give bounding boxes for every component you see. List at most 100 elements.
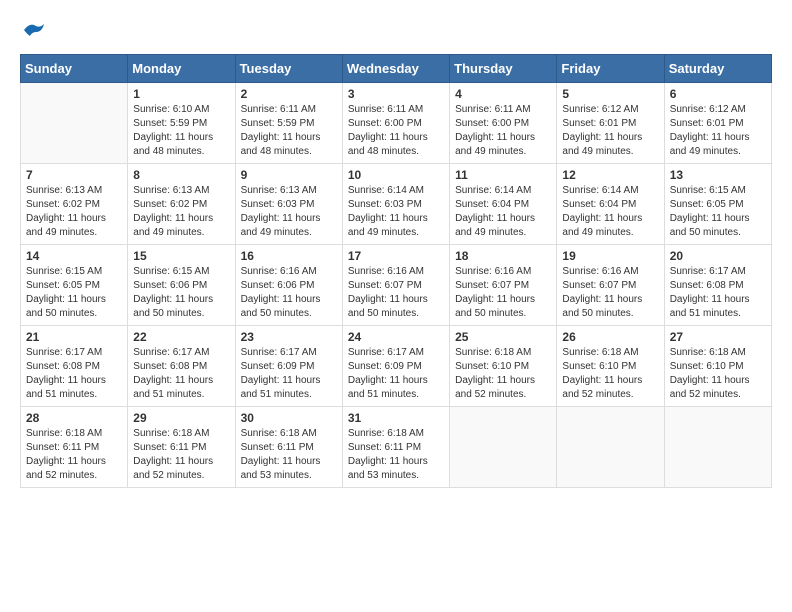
day-number: 19 xyxy=(562,249,658,263)
calendar-cell: 13 Sunrise: 6:15 AM Sunset: 6:05 PM Dayl… xyxy=(664,164,771,245)
calendar-cell: 19 Sunrise: 6:16 AM Sunset: 6:07 PM Dayl… xyxy=(557,245,664,326)
day-number: 31 xyxy=(348,411,444,425)
sunset-label: Sunset: 6:11 PM xyxy=(133,442,206,453)
calendar-cell: 9 Sunrise: 6:13 AM Sunset: 6:03 PM Dayli… xyxy=(235,164,342,245)
sunrise-label: Sunrise: 6:15 AM xyxy=(133,266,209,277)
calendar-cell: 26 Sunrise: 6:18 AM Sunset: 6:10 PM Dayl… xyxy=(557,326,664,407)
day-info: Sunrise: 6:16 AM Sunset: 6:07 PM Dayligh… xyxy=(348,265,444,321)
sunset-label: Sunset: 6:02 PM xyxy=(133,199,207,210)
day-info: Sunrise: 6:15 AM Sunset: 6:05 PM Dayligh… xyxy=(26,265,122,321)
sunset-label: Sunset: 5:59 PM xyxy=(241,118,315,129)
sunset-label: Sunset: 6:07 PM xyxy=(455,280,529,291)
sunrise-label: Sunrise: 6:13 AM xyxy=(26,185,102,196)
daylight-label: Daylight: 11 hours and 49 minutes. xyxy=(455,132,535,157)
page-header xyxy=(20,20,772,44)
sunset-label: Sunset: 6:11 PM xyxy=(241,442,314,453)
sunset-label: Sunset: 6:01 PM xyxy=(562,118,636,129)
daylight-label: Daylight: 11 hours and 52 minutes. xyxy=(133,456,213,481)
day-number: 1 xyxy=(133,87,229,101)
sunset-label: Sunset: 6:10 PM xyxy=(670,361,744,372)
weekday-thursday: Thursday xyxy=(450,55,557,83)
sunrise-label: Sunrise: 6:14 AM xyxy=(562,185,638,196)
sunset-label: Sunset: 6:06 PM xyxy=(133,280,207,291)
day-info: Sunrise: 6:17 AM Sunset: 6:08 PM Dayligh… xyxy=(670,265,766,321)
sunrise-label: Sunrise: 6:14 AM xyxy=(455,185,531,196)
daylight-label: Daylight: 11 hours and 51 minutes. xyxy=(348,375,428,400)
daylight-label: Daylight: 11 hours and 49 minutes. xyxy=(133,213,213,238)
calendar-week-5: 28 Sunrise: 6:18 AM Sunset: 6:11 PM Dayl… xyxy=(21,407,772,488)
sunset-label: Sunset: 6:03 PM xyxy=(348,199,422,210)
daylight-label: Daylight: 11 hours and 51 minutes. xyxy=(670,294,750,319)
day-number: 13 xyxy=(670,168,766,182)
sunrise-label: Sunrise: 6:18 AM xyxy=(26,428,102,439)
day-info: Sunrise: 6:16 AM Sunset: 6:07 PM Dayligh… xyxy=(455,265,551,321)
sunset-label: Sunset: 6:08 PM xyxy=(26,361,100,372)
daylight-label: Daylight: 11 hours and 53 minutes. xyxy=(241,456,321,481)
calendar-cell: 22 Sunrise: 6:17 AM Sunset: 6:08 PM Dayl… xyxy=(128,326,235,407)
day-number: 15 xyxy=(133,249,229,263)
calendar-cell: 7 Sunrise: 6:13 AM Sunset: 6:02 PM Dayli… xyxy=(21,164,128,245)
daylight-label: Daylight: 11 hours and 52 minutes. xyxy=(562,375,642,400)
weekday-header-row: SundayMondayTuesdayWednesdayThursdayFrid… xyxy=(21,55,772,83)
calendar-cell xyxy=(450,407,557,488)
daylight-label: Daylight: 11 hours and 51 minutes. xyxy=(26,375,106,400)
calendar-week-1: 1 Sunrise: 6:10 AM Sunset: 5:59 PM Dayli… xyxy=(21,83,772,164)
sunrise-label: Sunrise: 6:15 AM xyxy=(670,185,746,196)
sunrise-label: Sunrise: 6:11 AM xyxy=(348,104,423,115)
sunrise-label: Sunrise: 6:16 AM xyxy=(562,266,638,277)
sunrise-label: Sunrise: 6:18 AM xyxy=(455,347,531,358)
day-number: 18 xyxy=(455,249,551,263)
sunset-label: Sunset: 6:09 PM xyxy=(348,361,422,372)
sunrise-label: Sunrise: 6:11 AM xyxy=(455,104,530,115)
weekday-monday: Monday xyxy=(128,55,235,83)
sunset-label: Sunset: 6:05 PM xyxy=(26,280,100,291)
day-number: 28 xyxy=(26,411,122,425)
day-number: 17 xyxy=(348,249,444,263)
day-number: 3 xyxy=(348,87,444,101)
sunrise-label: Sunrise: 6:10 AM xyxy=(133,104,209,115)
day-info: Sunrise: 6:14 AM Sunset: 6:04 PM Dayligh… xyxy=(455,184,551,240)
sunrise-label: Sunrise: 6:18 AM xyxy=(133,428,209,439)
daylight-label: Daylight: 11 hours and 50 minutes. xyxy=(455,294,535,319)
sunset-label: Sunset: 6:10 PM xyxy=(455,361,529,372)
sunset-label: Sunset: 6:11 PM xyxy=(26,442,99,453)
day-info: Sunrise: 6:10 AM Sunset: 5:59 PM Dayligh… xyxy=(133,103,229,159)
day-info: Sunrise: 6:18 AM Sunset: 6:10 PM Dayligh… xyxy=(670,346,766,402)
day-number: 9 xyxy=(241,168,337,182)
sunset-label: Sunset: 6:01 PM xyxy=(670,118,744,129)
day-info: Sunrise: 6:13 AM Sunset: 6:02 PM Dayligh… xyxy=(26,184,122,240)
calendar-cell: 30 Sunrise: 6:18 AM Sunset: 6:11 PM Dayl… xyxy=(235,407,342,488)
day-number: 20 xyxy=(670,249,766,263)
sunset-label: Sunset: 6:09 PM xyxy=(241,361,315,372)
day-number: 23 xyxy=(241,330,337,344)
calendar-cell: 29 Sunrise: 6:18 AM Sunset: 6:11 PM Dayl… xyxy=(128,407,235,488)
sunrise-label: Sunrise: 6:18 AM xyxy=(562,347,638,358)
sunset-label: Sunset: 6:10 PM xyxy=(562,361,636,372)
day-info: Sunrise: 6:17 AM Sunset: 6:09 PM Dayligh… xyxy=(348,346,444,402)
calendar-cell: 4 Sunrise: 6:11 AM Sunset: 6:00 PM Dayli… xyxy=(450,83,557,164)
day-info: Sunrise: 6:13 AM Sunset: 6:03 PM Dayligh… xyxy=(241,184,337,240)
daylight-label: Daylight: 11 hours and 52 minutes. xyxy=(26,456,106,481)
sunrise-label: Sunrise: 6:11 AM xyxy=(241,104,316,115)
weekday-saturday: Saturday xyxy=(664,55,771,83)
calendar-cell: 6 Sunrise: 6:12 AM Sunset: 6:01 PM Dayli… xyxy=(664,83,771,164)
sunset-label: Sunset: 6:04 PM xyxy=(562,199,636,210)
daylight-label: Daylight: 11 hours and 49 minutes. xyxy=(26,213,106,238)
sunrise-label: Sunrise: 6:18 AM xyxy=(670,347,746,358)
daylight-label: Daylight: 11 hours and 48 minutes. xyxy=(133,132,213,157)
daylight-label: Daylight: 11 hours and 49 minutes. xyxy=(348,213,428,238)
sunrise-label: Sunrise: 6:16 AM xyxy=(348,266,424,277)
daylight-label: Daylight: 11 hours and 51 minutes. xyxy=(241,375,321,400)
day-info: Sunrise: 6:16 AM Sunset: 6:07 PM Dayligh… xyxy=(562,265,658,321)
calendar-cell: 15 Sunrise: 6:15 AM Sunset: 6:06 PM Dayl… xyxy=(128,245,235,326)
day-info: Sunrise: 6:11 AM Sunset: 5:59 PM Dayligh… xyxy=(241,103,337,159)
calendar-cell: 25 Sunrise: 6:18 AM Sunset: 6:10 PM Dayl… xyxy=(450,326,557,407)
daylight-label: Daylight: 11 hours and 53 minutes. xyxy=(348,456,428,481)
day-number: 22 xyxy=(133,330,229,344)
calendar-cell: 5 Sunrise: 6:12 AM Sunset: 6:01 PM Dayli… xyxy=(557,83,664,164)
calendar-cell: 10 Sunrise: 6:14 AM Sunset: 6:03 PM Dayl… xyxy=(342,164,449,245)
calendar-cell: 18 Sunrise: 6:16 AM Sunset: 6:07 PM Dayl… xyxy=(450,245,557,326)
sunset-label: Sunset: 6:06 PM xyxy=(241,280,315,291)
day-info: Sunrise: 6:18 AM Sunset: 6:11 PM Dayligh… xyxy=(26,427,122,483)
sunset-label: Sunset: 6:08 PM xyxy=(133,361,207,372)
